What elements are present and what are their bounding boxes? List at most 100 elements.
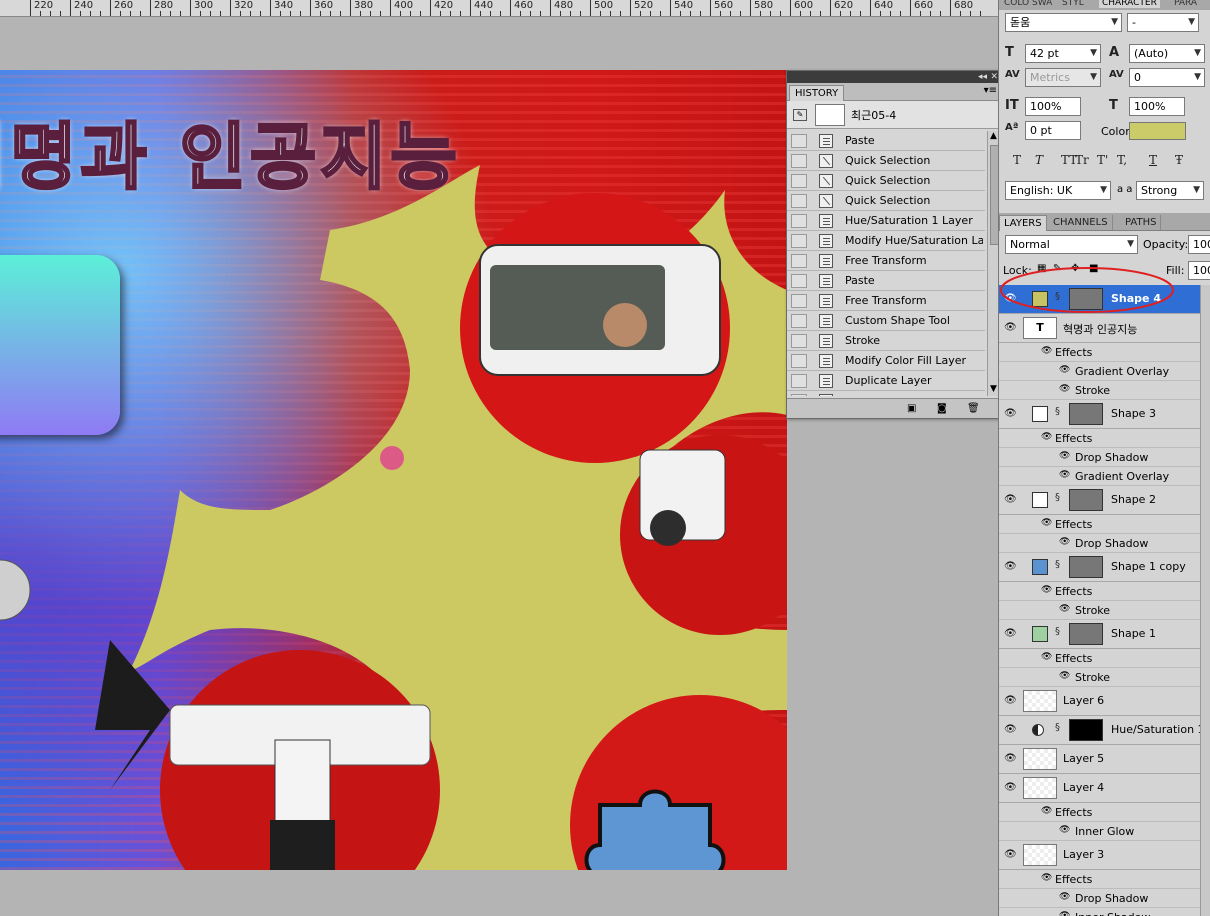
eye-icon[interactable]: 👁 bbox=[1059, 365, 1070, 375]
font-style-select[interactable]: - ▼ bbox=[1127, 13, 1199, 32]
eye-icon[interactable]: 👁 bbox=[1004, 695, 1017, 707]
opacity-field[interactable]: 100% bbox=[1188, 235, 1210, 254]
effect-item[interactable]: 👁 Gradient Overlay bbox=[999, 362, 1210, 381]
history-item[interactable]: Modify Color Fill... bbox=[787, 391, 985, 396]
baseline-shift-field[interactable]: 0 pt bbox=[1025, 121, 1081, 140]
eye-icon[interactable]: 👁 bbox=[1041, 432, 1052, 442]
fill-color-swatch[interactable] bbox=[1032, 492, 1048, 508]
eye-icon[interactable]: 👁 bbox=[1059, 451, 1070, 461]
effects-row[interactable]: 👁 Effects bbox=[999, 582, 1210, 601]
scroll-down-icon[interactable]: ▼ bbox=[990, 384, 997, 394]
layer-row[interactable]: 👁Layer 3fx bbox=[999, 841, 1210, 870]
tab-colo[interactable]: COLO bbox=[1001, 0, 1032, 8]
history-panel[interactable]: ◂◂ ✕ HISTORY ▾≡ ✎ 최근05-4 Paste Quick Sele… bbox=[786, 70, 1002, 419]
link-icon[interactable]: § bbox=[1055, 492, 1060, 503]
eye-icon[interactable]: 👁 bbox=[1059, 537, 1070, 547]
eye-icon[interactable]: 👁 bbox=[1059, 671, 1070, 681]
language-select[interactable]: English: UK ▼ bbox=[1005, 181, 1111, 200]
small-caps-button[interactable]: Tr bbox=[1075, 153, 1089, 167]
effects-row[interactable]: 👁 Effects bbox=[999, 649, 1210, 668]
trash-icon[interactable]: 🗑 bbox=[967, 403, 980, 414]
blend-mode-select[interactable]: Normal ▼ bbox=[1005, 235, 1138, 254]
eye-icon[interactable]: 👁 bbox=[1004, 724, 1017, 736]
history-list[interactable]: Paste Quick Selection Quick Selection Quick… bbox=[787, 131, 985, 396]
underline-button[interactable]: T bbox=[1149, 153, 1157, 167]
eye-icon[interactable]: 👁 bbox=[1004, 753, 1017, 765]
fill-color-swatch[interactable] bbox=[1032, 626, 1048, 642]
eye-icon[interactable]: 👁 bbox=[1041, 652, 1052, 662]
vertical-scale-field[interactable]: 100% bbox=[1025, 97, 1081, 116]
tab-history[interactable]: HISTORY bbox=[789, 85, 845, 101]
layer-row[interactable]: 👁Layer 4fx bbox=[999, 774, 1210, 803]
history-source-checkbox[interactable] bbox=[791, 334, 807, 348]
link-icon[interactable]: § bbox=[1055, 722, 1060, 733]
collapse-icon[interactable]: ◂◂ bbox=[978, 71, 987, 83]
effect-item[interactable]: 👁 Drop Shadow bbox=[999, 889, 1210, 908]
tracking-field[interactable]: 0 ▼ bbox=[1129, 68, 1205, 87]
link-icon[interactable]: § bbox=[1055, 626, 1060, 637]
tab-paths[interactable]: PATHS bbox=[1121, 215, 1162, 231]
font-family-select[interactable]: 돋움 ▼ bbox=[1005, 13, 1122, 32]
history-item[interactable]: Free Transform bbox=[787, 251, 985, 271]
history-source-checkbox[interactable] bbox=[791, 194, 807, 208]
eye-icon[interactable]: 👁 bbox=[1004, 494, 1017, 506]
history-source-checkbox[interactable] bbox=[791, 394, 807, 396]
history-item[interactable]: Modify Color Fill Layer bbox=[787, 351, 985, 371]
history-source-checkbox[interactable] bbox=[791, 374, 807, 388]
eye-icon[interactable]: 👁 bbox=[1059, 911, 1070, 916]
leading-field[interactable]: (Auto) ▼ bbox=[1129, 44, 1205, 63]
faux-bold-button[interactable]: T bbox=[1013, 153, 1021, 167]
link-icon[interactable]: § bbox=[1055, 406, 1060, 417]
history-item[interactable]: Paste bbox=[787, 271, 985, 291]
eye-icon[interactable]: 👁 bbox=[1041, 585, 1052, 595]
right-panel-dock[interactable]: COLO SWA STYL CHARACTER PARA 돋움 ▼ - ▼ T 42 pt ▼… bbox=[998, 0, 1210, 916]
subscript-button[interactable]: T, bbox=[1117, 153, 1127, 167]
effect-item[interactable]: 👁 Inner Shadow bbox=[999, 908, 1210, 916]
new-document-from-state-icon[interactable]: ▣ bbox=[907, 403, 916, 414]
history-source-checkbox[interactable] bbox=[791, 294, 807, 308]
history-item[interactable]: Quick Selection bbox=[787, 151, 985, 171]
scroll-up-icon[interactable]: ▲ bbox=[990, 131, 997, 141]
history-source-checkbox[interactable] bbox=[791, 174, 807, 188]
eye-icon[interactable]: 👁 bbox=[1059, 604, 1070, 614]
eye-icon[interactable]: 👁 bbox=[1041, 518, 1052, 528]
effect-item[interactable]: 👁 Drop Shadow bbox=[999, 534, 1210, 553]
tab-swa[interactable]: SWA bbox=[1029, 0, 1055, 8]
effect-item[interactable]: 👁 Stroke bbox=[999, 381, 1210, 400]
horizontal-ruler[interactable]: 220 240 260 280 300 320 340 360 380 400 420 440 460 4… bbox=[0, 0, 998, 17]
history-source-checkbox[interactable] bbox=[791, 314, 807, 328]
eye-icon[interactable]: 👁 bbox=[1004, 561, 1017, 573]
tab-channels[interactable]: CHANNELS bbox=[1049, 215, 1113, 231]
horizontal-scale-field[interactable]: 100% bbox=[1129, 97, 1185, 116]
layer-row[interactable]: 👁§Shape 1fx bbox=[999, 620, 1210, 649]
tab-styl[interactable]: STYL bbox=[1059, 0, 1087, 8]
effects-row[interactable]: 👁 Effects bbox=[999, 870, 1210, 889]
history-source-checkbox[interactable] bbox=[791, 354, 807, 368]
fill-color-swatch[interactable] bbox=[1032, 559, 1048, 575]
effect-item[interactable]: 👁 Gradient Overlay bbox=[999, 467, 1210, 486]
eye-icon[interactable]: 👁 bbox=[1004, 322, 1017, 334]
tab-para[interactable]: PARA bbox=[1171, 0, 1200, 8]
eye-icon[interactable]: 👁 bbox=[1004, 408, 1017, 420]
history-item[interactable]: Duplicate Layer bbox=[787, 371, 985, 391]
history-item[interactable]: Hue/Saturation 1 Layer bbox=[787, 211, 985, 231]
eye-icon[interactable]: 👁 bbox=[1004, 849, 1017, 861]
history-source-checkbox[interactable] bbox=[791, 274, 807, 288]
layer-row[interactable]: 👁§Shape 3fx bbox=[999, 400, 1210, 429]
layer-row[interactable]: 👁 § Hue/Saturation 1 bbox=[999, 716, 1210, 745]
effects-row[interactable]: 👁 Effects bbox=[999, 343, 1210, 362]
layer-row[interactable]: 👁§Shape 2fx bbox=[999, 486, 1210, 515]
effect-item[interactable]: 👁 Stroke bbox=[999, 601, 1210, 620]
history-snapshot[interactable]: ✎ 최근05-4 bbox=[787, 101, 1001, 129]
history-item[interactable]: Paste bbox=[787, 131, 985, 151]
eye-icon[interactable]: 👁 bbox=[1059, 892, 1070, 902]
history-panel-titlebar[interactable]: ◂◂ ✕ bbox=[787, 71, 1001, 83]
layer-row[interactable]: 👁§Shape 1 copyfx bbox=[999, 553, 1210, 582]
tab-character[interactable]: CHARACTER bbox=[1099, 0, 1160, 8]
close-icon[interactable]: ✕ bbox=[990, 71, 998, 83]
eye-icon[interactable]: 👁 bbox=[1004, 628, 1017, 640]
layers-scrollbar[interactable] bbox=[1200, 285, 1210, 916]
history-item[interactable]: Quick Selection bbox=[787, 191, 985, 211]
eye-icon[interactable]: 👁 bbox=[1004, 782, 1017, 794]
eye-icon[interactable]: 👁 bbox=[1041, 346, 1052, 356]
